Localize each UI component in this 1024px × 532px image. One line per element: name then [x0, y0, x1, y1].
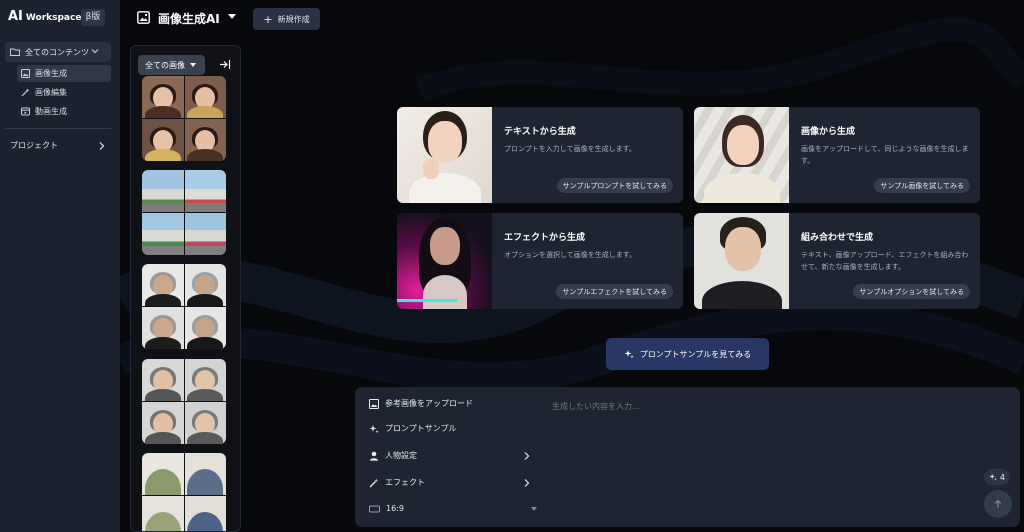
- send-button[interactable]: [984, 490, 1012, 518]
- gallery-filter-label: 全ての画像: [145, 60, 185, 70]
- card-combination[interactable]: 組み合わせで生成 テキスト、画像アップロード、エフェクトを組み合わせて、新たな画…: [694, 213, 980, 309]
- sidebar-item-label: 画像編集: [35, 88, 67, 97]
- credit-badge: 4: [983, 469, 1010, 485]
- brand-workspace: Workspace: [25, 13, 82, 23]
- card-photo: [397, 107, 492, 203]
- prompt-sample-label: プロンプトサンプル: [385, 424, 457, 433]
- card-description: テキスト、画像アップロード、エフェクトを組み合わせて、新たな画像を生成します。: [801, 251, 969, 271]
- try-sample-option-button[interactable]: サンプルオプションを試してみる: [853, 284, 970, 299]
- caret-down-icon: [190, 63, 196, 67]
- sidebar-item-video-generation[interactable]: 動画生成: [17, 103, 111, 120]
- chevron-right-icon: [524, 478, 530, 487]
- prompt-input[interactable]: [552, 402, 992, 411]
- card-image-to-image[interactable]: 画像から生成 画像をアップロードして、同じような画像を生成します。 サンプル画像…: [694, 107, 980, 203]
- page-title[interactable]: 画像生成AI: [158, 10, 220, 27]
- card-photo: [694, 213, 789, 309]
- magic-wand-icon: [21, 88, 30, 97]
- sidebar-item-label: 動画生成: [35, 107, 67, 116]
- chevron-right-icon: [99, 141, 105, 150]
- all-contents-label: 全てのコンテンツ: [25, 47, 89, 57]
- effect-label: エフェクト: [385, 478, 425, 487]
- person-icon: [369, 451, 379, 461]
- try-sample-prompt-button[interactable]: サンプルプロンプトを試してみる: [556, 178, 673, 193]
- prompt-composer: 参考画像をアップロード プロンプトサンプル 人物設定 エフェクト 16:9 4: [355, 387, 1020, 527]
- card-description: 画像をアップロードして、同じような画像を生成します。: [801, 145, 969, 165]
- sparkle-icon: [989, 473, 997, 481]
- aspect-ratio-value: 16:9: [386, 504, 404, 513]
- arrow-up-icon: [994, 499, 1002, 508]
- prompt-sample-option[interactable]: プロンプトサンプル: [369, 423, 537, 434]
- all-contents-toggle[interactable]: 全てのコンテンツ: [5, 42, 111, 62]
- sidebar-item-project[interactable]: プロジェクト: [10, 140, 110, 151]
- gallery-filter-dropdown[interactable]: 全ての画像: [138, 55, 205, 75]
- gallery-thumbnail[interactable]: [142, 76, 226, 161]
- sparkle-icon: [369, 424, 379, 433]
- new-create-button[interactable]: + 新規作成: [253, 8, 320, 30]
- gallery-thumbnail[interactable]: [142, 453, 226, 531]
- card-title: エフェクトから生成: [504, 233, 586, 243]
- image-icon: [369, 398, 379, 409]
- folder-icon: [10, 48, 20, 56]
- view-prompt-samples-button[interactable]: プロンプトサンプルを見てみる: [606, 338, 769, 370]
- sidebar: AI Workspace β版 全てのコンテンツ 画像生成 画像編集 動画生成 …: [0, 0, 120, 532]
- video-icon: [21, 107, 30, 116]
- image-icon: [137, 11, 150, 24]
- sidebar-item-image-generation[interactable]: 画像生成: [17, 65, 111, 82]
- aspect-ratio-icon: [369, 505, 380, 512]
- credit-count: 4: [999, 472, 1005, 482]
- brand-logo[interactable]: AI Workspace: [8, 9, 81, 24]
- card-title: 画像から生成: [801, 127, 856, 137]
- image-icon: [21, 69, 30, 78]
- aspect-ratio-select[interactable]: 16:9: [369, 504, 537, 513]
- effect-option[interactable]: エフェクト: [369, 477, 537, 488]
- card-effect-to-image[interactable]: エフェクトから生成 オプションを選択して画像を生成します。 サンプルエフェクトを…: [397, 213, 683, 309]
- new-create-label: 新規作成: [277, 14, 310, 24]
- collapse-panel-icon[interactable]: [219, 59, 231, 70]
- plus-icon: +: [263, 12, 273, 26]
- sidebar-divider: [5, 128, 111, 129]
- card-description: オプションを選択して画像を生成します。: [504, 251, 637, 259]
- chevron-right-icon: [524, 451, 530, 460]
- gallery-thumbnail[interactable]: [142, 359, 226, 444]
- card-photo: [397, 213, 492, 309]
- card-text-to-image[interactable]: テキストから生成 プロンプトを入力して画像を生成します。 サンプルプロンプトを試…: [397, 107, 683, 203]
- card-description: プロンプトを入力して画像を生成します。: [504, 145, 636, 153]
- upload-label: 参考画像をアップロード: [385, 399, 473, 408]
- card-photo: [694, 107, 789, 203]
- try-sample-image-button[interactable]: サンプル画像を試してみる: [874, 178, 970, 193]
- project-label: プロジェクト: [10, 141, 58, 150]
- caret-down-icon: [531, 506, 537, 511]
- person-settings-label: 人物設定: [385, 451, 417, 460]
- person-settings-option[interactable]: 人物設定: [369, 450, 537, 461]
- brand-ai: AI: [8, 9, 23, 24]
- caret-down-icon[interactable]: [228, 14, 236, 19]
- view-prompt-samples-label: プロンプトサンプルを見てみる: [639, 349, 752, 359]
- beta-badge: β版: [81, 9, 105, 26]
- image-gallery-panel[interactable]: 全ての画像: [130, 45, 241, 532]
- chevron-down-icon: [91, 49, 99, 54]
- card-title: テキストから生成: [504, 127, 576, 137]
- upload-reference-image-button[interactable]: 参考画像をアップロード: [369, 398, 537, 409]
- sidebar-item-image-editing[interactable]: 画像編集: [17, 84, 111, 101]
- sidebar-item-label: 画像生成: [35, 69, 67, 78]
- gallery-thumbnail[interactable]: [142, 264, 226, 349]
- gallery-thumbnail[interactable]: [142, 170, 226, 255]
- card-title: 組み合わせで生成: [801, 233, 874, 243]
- magic-wand-icon: [369, 478, 379, 487]
- sparkle-icon: [624, 350, 634, 359]
- try-sample-effect-button[interactable]: サンプルエフェクトを試してみる: [556, 284, 673, 299]
